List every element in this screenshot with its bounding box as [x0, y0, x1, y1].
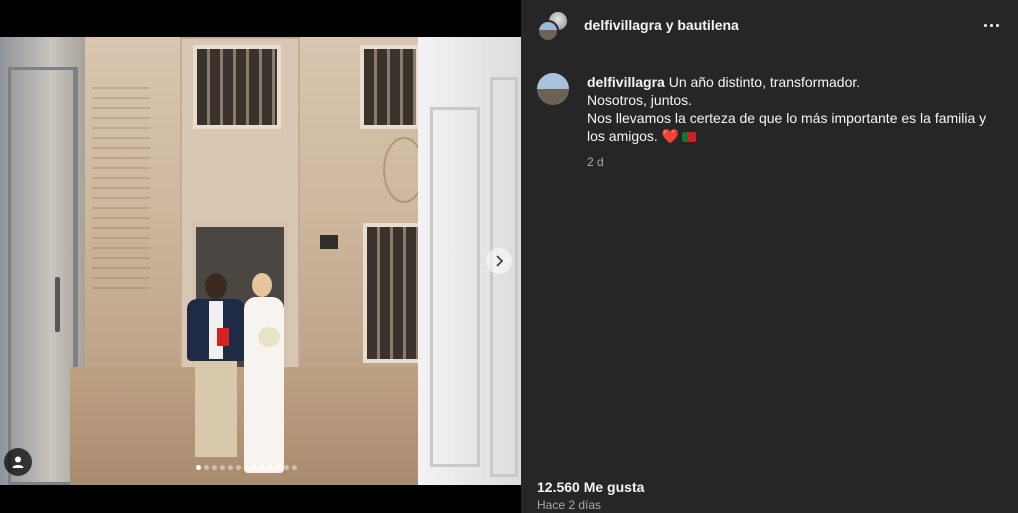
caption-username[interactable]: delfivillagra: [587, 74, 665, 90]
likes-count[interactable]: 12.560 Me gusta: [537, 479, 644, 495]
portugal-flag-icon: [682, 132, 697, 142]
more-horizontal-icon[interactable]: [979, 16, 1003, 34]
photo-door-panel: [490, 77, 518, 477]
post-footer: 12.560 Me gusta Hace 2 días: [537, 479, 644, 512]
caption-line: Nos llevamos la certeza de que lo más im…: [587, 110, 987, 144]
carousel-dot: [292, 465, 297, 470]
carousel-dot: [268, 465, 273, 470]
caption-line: Nosotros, juntos.: [587, 92, 693, 108]
carousel-dot: [252, 465, 257, 470]
photo-groom: [185, 273, 245, 473]
carousel-indicator: [196, 465, 297, 470]
photo-door-frame: [8, 67, 78, 485]
photo-window: [360, 45, 420, 129]
media-viewer: [0, 0, 521, 513]
carousel-dot: [220, 465, 225, 470]
post-details-pane: delfivillagra y bautilena delfivillagra …: [521, 0, 1018, 513]
photo-door-handle: [55, 277, 60, 332]
carousel-dot: [228, 465, 233, 470]
collab-avatars[interactable]: [537, 10, 569, 42]
carousel-dot: [236, 465, 241, 470]
carousel-dot: [244, 465, 249, 470]
carousel-dot: [276, 465, 281, 470]
caption-body: delfivillagra Un año distinto, transform…: [587, 73, 1007, 171]
photo-bouquet: [258, 327, 280, 347]
post-photo: [0, 37, 521, 485]
avatar[interactable]: [537, 73, 569, 105]
photo-window: [193, 45, 281, 129]
carousel-dot: [260, 465, 265, 470]
caption-line: Un año distinto, transformador.: [668, 74, 861, 90]
post-date[interactable]: Hace 2 días: [537, 498, 644, 512]
carousel-dot: [204, 465, 209, 470]
avatar[interactable]: [537, 20, 559, 42]
carousel-dot: [212, 465, 217, 470]
photo-door-panel: [430, 107, 480, 467]
post-header: delfivillagra y bautilena: [521, 0, 1018, 50]
photo-bride: [240, 273, 288, 483]
photo-gate: [363, 223, 423, 363]
post-authors[interactable]: delfivillagra y bautilena: [584, 17, 739, 33]
caption-timestamp[interactable]: 2 d: [587, 153, 1007, 171]
photo-plaque: [320, 235, 338, 249]
user-tag-icon[interactable]: [4, 448, 32, 476]
carousel-dot: [196, 465, 201, 470]
photo-carved-wall: [92, 87, 150, 297]
chevron-right-icon[interactable]: [486, 248, 512, 274]
carousel-dot: [284, 465, 289, 470]
heart-emoji: ❤️: [661, 128, 680, 144]
